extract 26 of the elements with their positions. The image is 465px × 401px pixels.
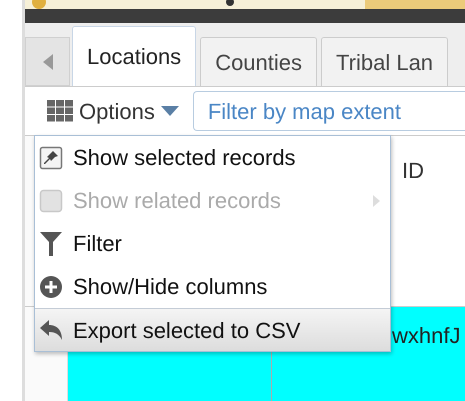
plus-circle-icon	[39, 274, 63, 298]
tab[interactable]: Locations	[72, 26, 196, 86]
menu-item[interactable]: Filter	[35, 222, 390, 265]
menu-item-label: Filter	[73, 230, 122, 258]
tab[interactable]: Counties	[200, 37, 318, 86]
menu-item-label: Export selected to CSV	[73, 316, 300, 345]
submenu-arrow-icon	[373, 194, 380, 206]
column-header: ID	[401, 157, 424, 185]
menu-item[interactable]: Show/Hide columns	[35, 265, 390, 308]
pin-icon	[39, 146, 63, 170]
options-button[interactable]: Options	[47, 94, 179, 128]
dropdown-caret-icon	[160, 106, 179, 116]
menu-item[interactable]: Export selected to CSV	[35, 308, 390, 351]
table-cell-text: wxhnfJ	[392, 322, 460, 350]
menu-item-label: Show related records	[73, 187, 281, 215]
tab[interactable]: Tribal Lan	[321, 37, 448, 86]
scroll-left-button[interactable]	[25, 37, 70, 86]
reply-arrow-icon	[39, 319, 63, 341]
menu-item-label: Show selected records	[73, 144, 296, 172]
menu-item[interactable]: Show selected records	[35, 136, 390, 179]
checkbox-icon	[39, 188, 63, 212]
funnel-icon	[39, 230, 63, 256]
filter-by-extent-button[interactable]: Filter by map extent	[192, 91, 465, 131]
left-arrow-icon	[42, 54, 52, 70]
grid-icon	[47, 100, 73, 122]
menu-item-label: Show/Hide columns	[73, 273, 268, 301]
